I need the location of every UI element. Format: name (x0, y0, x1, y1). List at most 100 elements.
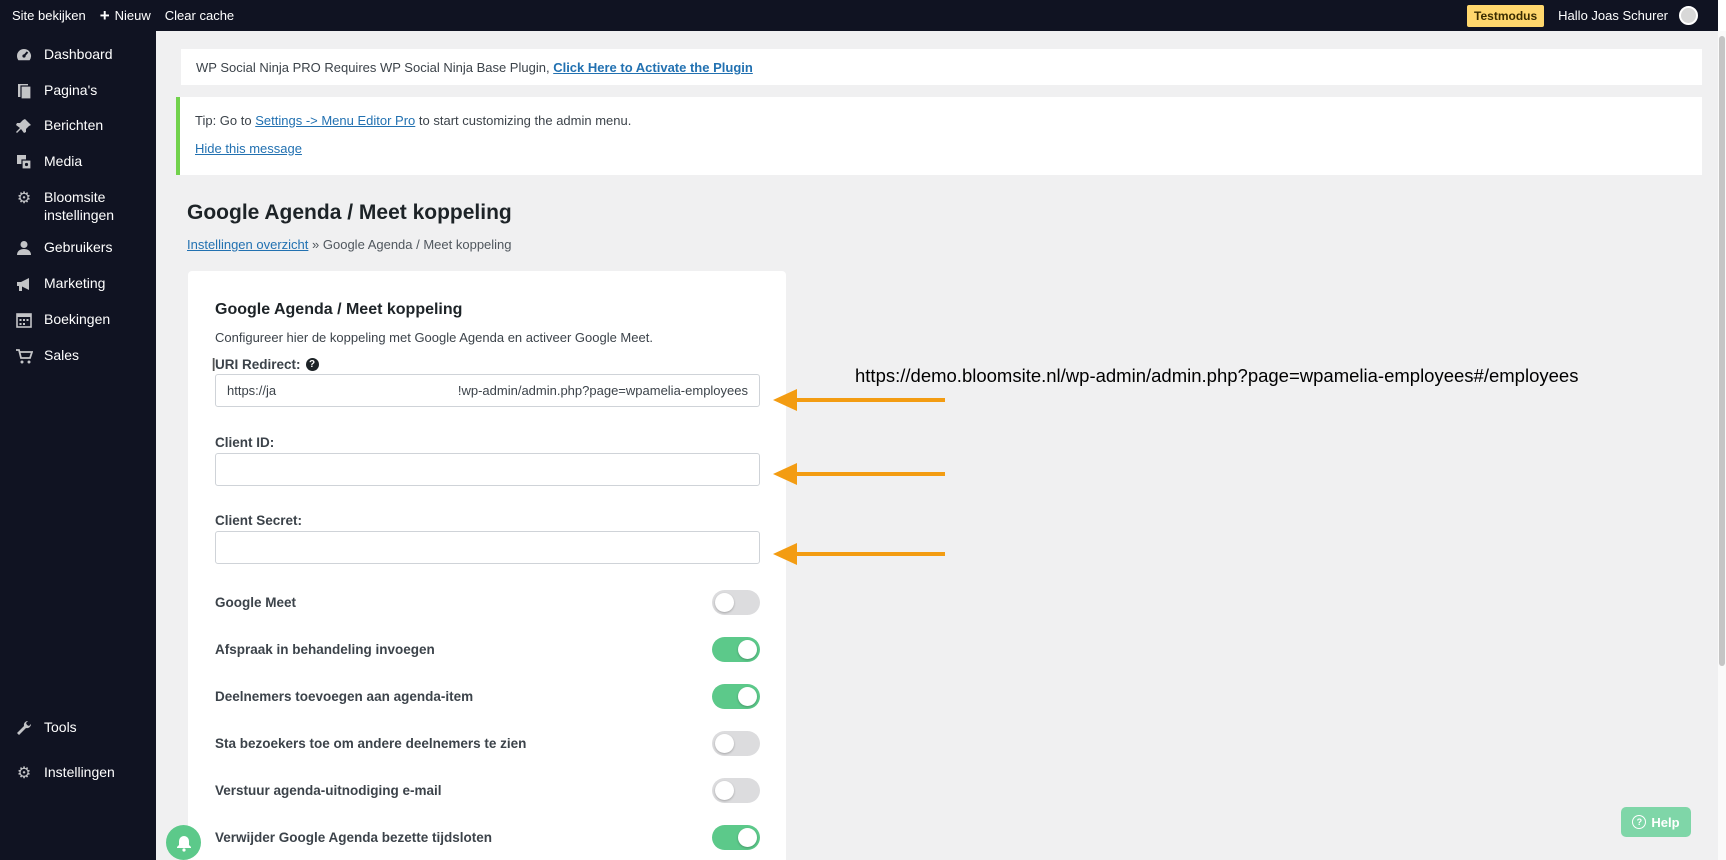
sidebar-item-bookings[interactable]: Boekingen (0, 310, 156, 330)
toggle-row-send-invitation: Verstuur agenda-uitnodiging e-mail (215, 777, 760, 803)
gear-icon: ⚙ (16, 190, 32, 207)
uri-value-end: !wp-admin/admin.php?page=wpamelia-employ… (457, 383, 748, 398)
uri-redirect-label: URI Redirect: ? (215, 357, 319, 372)
activate-plugin-link[interactable]: Click Here to Activate the Plugin (553, 60, 753, 75)
main-content: WP Social Ninja PRO Requires WP Social N… (156, 31, 1726, 860)
sidebar-item-dashboard[interactable]: Dashboard (0, 45, 156, 65)
toggle-row-remove-busy-slots: Verwijder Google Agenda bezette tijdslot… (215, 824, 760, 850)
card-title: Google Agenda / Meet koppeling (215, 301, 463, 318)
client-id-label: Client ID: (215, 435, 274, 450)
sidebar-item-marketing[interactable]: Marketing (0, 274, 156, 294)
wrench-icon (14, 718, 34, 738)
toggle-row-show-attendees: Sta bezoekers toe om andere deelnemers t… (215, 730, 760, 756)
scrollbar-thumb[interactable] (1719, 36, 1725, 666)
toggle-label: Google Meet (215, 594, 297, 610)
tip-prefix: Tip: Go to (195, 113, 252, 128)
pending-appointment-toggle[interactable] (712, 636, 760, 662)
new-label: Nieuw (114, 8, 151, 23)
client-secret-label-text: Client Secret: (215, 513, 303, 528)
sidebar-item-label: Bloomsite instellingen (44, 189, 115, 223)
text-cursor-icon: I (211, 355, 217, 376)
admin-sidebar: Dashboard Pagina's Berichten Media ⚙ Blo… (0, 31, 156, 860)
notification-bell-icon[interactable] (166, 825, 201, 860)
sidebar-item-label: Dashboard (44, 46, 113, 62)
settings-card: Google Agenda / Meet koppeling Configure… (188, 271, 786, 860)
help-label: Help (1651, 814, 1680, 830)
test-mode-badge: Testmodus (1467, 4, 1545, 27)
window-edge (1718, 0, 1726, 31)
toggle-knob (715, 733, 734, 753)
view-site-link[interactable]: Site bekijken (12, 8, 86, 23)
remove-busy-slots-toggle[interactable] (712, 824, 760, 850)
new-content-link[interactable]: + Nieuw (100, 7, 151, 24)
pin-icon (14, 116, 34, 136)
toggle-label: Verstuur agenda-uitnodiging e-mail (215, 782, 442, 798)
dashboard-icon (14, 45, 34, 65)
sidebar-item-media[interactable]: Media (0, 152, 156, 172)
sidebar-item-posts[interactable]: Berichten (0, 116, 156, 136)
sidebar-item-label: Boekingen (44, 311, 111, 327)
arrow-icon (773, 463, 945, 485)
clear-cache-link[interactable]: Clear cache (165, 8, 234, 23)
google-meet-toggle[interactable] (712, 589, 760, 615)
uri-redirect-field[interactable]: https://ja !wp-admin/admin.php?page=wpam… (215, 374, 760, 407)
show-attendees-toggle[interactable] (712, 730, 760, 756)
greeting: Hallo Joas Schurer (1558, 8, 1668, 23)
sidebar-item-label: Instellingen (44, 764, 115, 780)
hide-message-link[interactable]: Hide this message (195, 141, 302, 156)
calendar-icon (14, 310, 34, 330)
sidebar-item-settings[interactable]: ⚙ Instellingen (0, 763, 156, 783)
toggle-label: Deelnemers toevoegen aan agenda-item (215, 688, 474, 704)
page-title: Google Agenda / Meet koppeling (187, 201, 512, 224)
tip-suffix: to start customizing the admin menu. (418, 113, 632, 128)
toggle-knob (715, 592, 734, 612)
uri-value-start: https://ja (227, 383, 277, 398)
menu-editor-link[interactable]: Settings -> Menu Editor Pro (255, 113, 415, 128)
breadcrumb-link-settings[interactable]: Instellingen overzicht (187, 237, 308, 252)
sidebar-item-label: Marketing (44, 275, 106, 291)
megaphone-icon (14, 274, 34, 294)
avatar (1679, 6, 1698, 25)
sidebar-item-users[interactable]: Gebruikers (0, 238, 156, 258)
notice-text: WP Social Ninja PRO Requires WP Social N… (196, 60, 550, 75)
toggle-row-pending-appointment: Afspraak in behandeling invoegen (215, 636, 760, 662)
pages-icon (14, 81, 34, 101)
toggle-label: Verwijder Google Agenda bezette tijdslot… (215, 829, 493, 845)
sidebar-item-label: Pagina's (44, 82, 98, 98)
send-invitation-toggle[interactable] (712, 777, 760, 803)
help-icon[interactable]: ? (305, 358, 319, 371)
breadcrumb-current: » Google Agenda / Meet koppeling (312, 237, 512, 252)
gear-icon: ⚙ (16, 765, 32, 782)
sidebar-item-bloomsite-settings[interactable]: ⚙ Bloomsite instellingen (0, 188, 156, 224)
plugin-notice: WP Social Ninja PRO Requires WP Social N… (181, 49, 1702, 85)
tip-notice: Tip: Go to Settings -> Menu Editor Pro t… (176, 97, 1702, 175)
toggle-row-google-meet: Google Meet (215, 589, 760, 615)
sidebar-item-tools[interactable]: Tools (0, 718, 156, 738)
toggle-label: Afspraak in behandeling invoegen (215, 641, 435, 657)
toggle-knob (715, 780, 734, 800)
cart-icon (14, 346, 34, 366)
sidebar-item-label: Berichten (44, 117, 104, 133)
client-id-label-text: Client ID: (215, 435, 275, 450)
sidebar-item-label: Media (44, 153, 83, 169)
arrow-icon (773, 389, 945, 411)
toggle-knob (738, 639, 757, 659)
tip-text: Tip: Go to Settings -> Menu Editor Pro t… (195, 111, 1687, 131)
question-icon: ? (1632, 815, 1647, 829)
sidebar-item-sales[interactable]: Sales (0, 346, 156, 366)
plus-icon: + (99, 6, 110, 25)
page-scrollbar[interactable] (1718, 31, 1726, 860)
sidebar-item-pages[interactable]: Pagina's (0, 81, 156, 101)
uri-label-text: URI Redirect: (215, 357, 301, 372)
media-icon (14, 152, 34, 172)
client-secret-input[interactable] (215, 531, 760, 564)
user-account-menu[interactable]: Hallo Joas Schurer (1558, 6, 1698, 25)
add-attendees-toggle[interactable] (712, 683, 760, 709)
client-secret-label: Client Secret: (215, 513, 302, 528)
sidebar-item-label: Gebruikers (44, 239, 113, 255)
card-description: Configureer hier de koppeling met Google… (215, 330, 653, 345)
sidebar-item-label: Sales (44, 347, 80, 363)
help-button[interactable]: ? Help (1621, 807, 1691, 837)
client-id-input[interactable] (215, 453, 760, 486)
annotation-url: https://demo.bloomsite.nl/wp-admin/admin… (855, 365, 1579, 386)
